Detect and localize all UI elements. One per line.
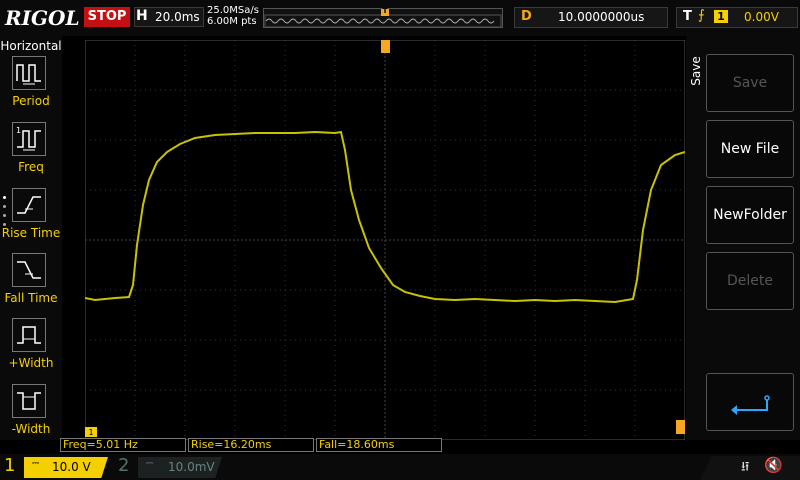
delete-button[interactable]: Delete — [706, 252, 794, 310]
channel-2-number: 2 — [118, 455, 130, 476]
fall-time-icon — [12, 253, 46, 287]
memory-depth: 6.00M pts — [207, 16, 257, 27]
period-icon — [12, 56, 46, 90]
measure-item-freq[interactable]: 1 Freq — [0, 122, 62, 186]
channel-2-scale: 10.0mV — [168, 460, 215, 474]
measure-item-label: Rise Time — [1, 226, 61, 240]
return-arrow-icon — [731, 395, 770, 415]
negative-width-icon — [12, 384, 46, 418]
rising-edge-icon: ⨍ — [698, 8, 705, 23]
waveform-display[interactable]: 1 — [85, 40, 685, 440]
channel-1-scale: 10.0 V — [52, 460, 91, 474]
rigol-logo: RIGOL — [5, 6, 80, 30]
channel-1-number: 1 — [4, 455, 16, 476]
trigger-level: 0.00V — [744, 10, 779, 24]
save-button[interactable]: Save — [706, 54, 794, 112]
trigger-position-marker-base — [381, 48, 390, 53]
measure-item-rise-time[interactable]: Rise Time — [0, 188, 62, 252]
frequency-icon: 1 — [12, 122, 46, 156]
measure-item-period[interactable]: Period — [0, 56, 62, 120]
trigger-level-marker[interactable] — [676, 420, 685, 434]
run-stop-status[interactable]: STOP — [84, 7, 130, 27]
system-status-area — [700, 456, 800, 480]
dc-coupling-icon: ⎓ — [146, 459, 154, 469]
channel-1-ground-label: 1 — [88, 428, 93, 437]
positive-width-icon — [12, 318, 46, 352]
rise-time-measurement: Rise=16.20ms — [188, 438, 314, 452]
usb-icon: ⭿ — [741, 460, 750, 475]
measure-menu-title: Horizontal — [0, 39, 62, 53]
measure-item-label: Freq — [18, 160, 44, 174]
sample-rate: 25.0MSa/s — [207, 5, 259, 16]
measure-item-label: +Width — [8, 356, 54, 370]
delay-value: 10.0000000us — [558, 10, 645, 24]
trigger-box[interactable] — [676, 7, 798, 28]
measure-item-label: Period — [12, 94, 50, 108]
sample-info: 25.0MSa/s 6.00M pts — [207, 5, 259, 27]
rise-time-icon — [12, 188, 46, 222]
overview-trigger-marker: T — [382, 7, 388, 15]
measure-item-label: -Width — [11, 422, 51, 436]
measure-item-fall-time[interactable]: Fall Time — [0, 253, 62, 317]
frequency-measurement: Freq=5.01 Hz — [60, 438, 186, 452]
new-folder-button[interactable]: NewFolder — [706, 186, 794, 244]
trigger-label: T — [683, 9, 692, 24]
save-menu-title: Save — [686, 40, 704, 104]
save-menu-title-text: Save — [689, 56, 703, 86]
fall-time-measurement: Fall=18.60ms — [316, 438, 442, 452]
speaker-muted-icon[interactable]: 🔇 — [764, 456, 783, 474]
new-file-button[interactable]: New File — [706, 120, 794, 178]
svg-text:1: 1 — [16, 126, 21, 135]
dc-coupling-icon: ⎓ — [32, 459, 40, 469]
measure-item-negative-width[interactable]: -Width — [0, 384, 62, 448]
memory-overview-bar[interactable]: T — [263, 7, 503, 28]
trigger-source: 1 — [714, 10, 728, 23]
measure-item-label: Fall Time — [4, 291, 58, 305]
measure-item-positive-width[interactable]: +Width — [0, 318, 62, 382]
delay-label: D — [521, 9, 532, 24]
horizontal-time-scale: 20.0ms — [155, 10, 200, 24]
horizontal-label: H — [136, 8, 148, 24]
back-button[interactable] — [706, 373, 794, 431]
